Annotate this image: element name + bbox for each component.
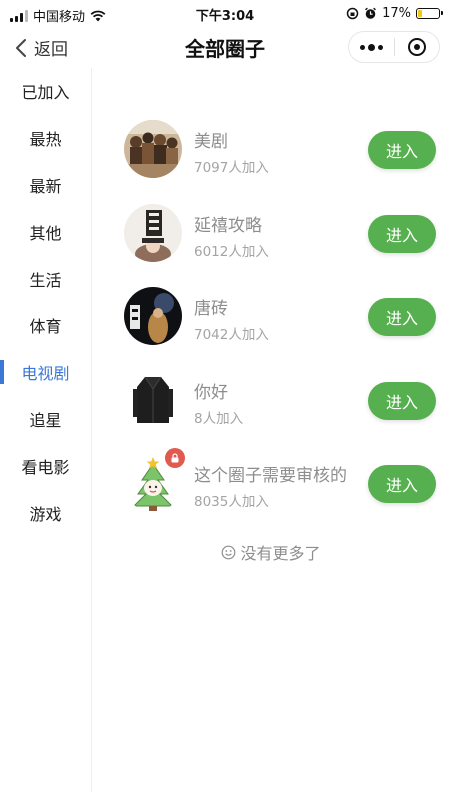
orientation-lock-icon bbox=[346, 7, 359, 20]
lock-icon bbox=[165, 448, 185, 469]
sidebar-item-tv-drama[interactable]: 电视剧 bbox=[0, 349, 91, 396]
no-more-text: 没有更多了 bbox=[240, 544, 321, 563]
list-item: 这个圈子需要审核的 8035人加入 进入 bbox=[92, 448, 450, 538]
list-item: 延禧攻略 6012人加入 进入 bbox=[92, 203, 450, 288]
alarm-icon bbox=[365, 7, 377, 19]
battery-icon bbox=[416, 8, 443, 19]
circle-name: 这个圈子需要审核的 bbox=[194, 466, 347, 487]
sidebar-item-other[interactable]: 其他 bbox=[0, 208, 91, 255]
status-right: 17% bbox=[346, 6, 443, 21]
circle-name: 延禧攻略 bbox=[194, 215, 262, 236]
sidebar-item-newest[interactable]: 最新 bbox=[0, 162, 91, 209]
member-count: 7042人加入 bbox=[194, 327, 269, 344]
sidebar-item-life[interactable]: 生活 bbox=[0, 255, 91, 302]
dark-poster-avatar[interactable] bbox=[124, 287, 182, 346]
circle-name: 唐砖 bbox=[194, 299, 228, 320]
enter-button[interactable]: 进入 bbox=[368, 465, 436, 504]
list-item: 唐砖 7042人加入 进入 bbox=[92, 287, 450, 371]
no-more-footer: 没有更多了 bbox=[92, 540, 450, 564]
circle-name: 美剧 bbox=[194, 132, 228, 152]
smile-icon bbox=[222, 545, 236, 559]
circle-name: 你好 bbox=[194, 382, 228, 403]
close-button[interactable] bbox=[394, 38, 439, 56]
target-close-icon bbox=[407, 38, 426, 56]
sidebar-item-joined[interactable]: 已加入 bbox=[0, 68, 91, 115]
list-item: 你好 8人加入 进入 bbox=[92, 370, 450, 455]
sidebar-item-hottest[interactable]: 最热 bbox=[0, 115, 91, 162]
sidebar-item-movies[interactable]: 看电影 bbox=[0, 442, 91, 489]
member-count: 7097人加入 bbox=[194, 160, 269, 176]
status-bar: 中国移动 下午3:04 17% bbox=[0, 0, 450, 28]
list-item: 美剧 7097人加入 进入 bbox=[92, 120, 450, 204]
circle-list: 美剧 7097人加入 进入 延禧攻略 6012人加入 进入 唐砖 7042人加入… bbox=[92, 120, 450, 538]
sidebar-item-sports[interactable]: 体育 bbox=[0, 302, 91, 349]
member-count: 8035人加入 bbox=[194, 494, 269, 511]
enter-button[interactable]: 进入 bbox=[368, 381, 436, 420]
group-photo-avatar[interactable] bbox=[124, 120, 182, 178]
sidebar-item-stars[interactable]: 追星 bbox=[0, 396, 91, 443]
coat-avatar[interactable] bbox=[124, 370, 182, 429]
member-count: 6012人加入 bbox=[194, 243, 269, 260]
drama-poster-avatar[interactable] bbox=[124, 203, 182, 262]
mini-program-capsule bbox=[348, 31, 440, 63]
battery-percent: 17% bbox=[382, 6, 411, 21]
member-count: 8人加入 bbox=[194, 410, 244, 427]
enter-button[interactable]: 进入 bbox=[368, 131, 436, 169]
enter-button[interactable]: 进入 bbox=[368, 298, 436, 337]
nav-bar: 返回 全部圈子 bbox=[0, 28, 450, 68]
more-dots-icon[interactable] bbox=[349, 43, 394, 51]
sidebar-item-games[interactable]: 游戏 bbox=[0, 489, 91, 536]
category-sidebar: 已加入 最热 最新 其他 生活 体育 电视剧 追星 看电影 游戏 bbox=[0, 68, 92, 792]
enter-button[interactable]: 进入 bbox=[368, 214, 436, 253]
